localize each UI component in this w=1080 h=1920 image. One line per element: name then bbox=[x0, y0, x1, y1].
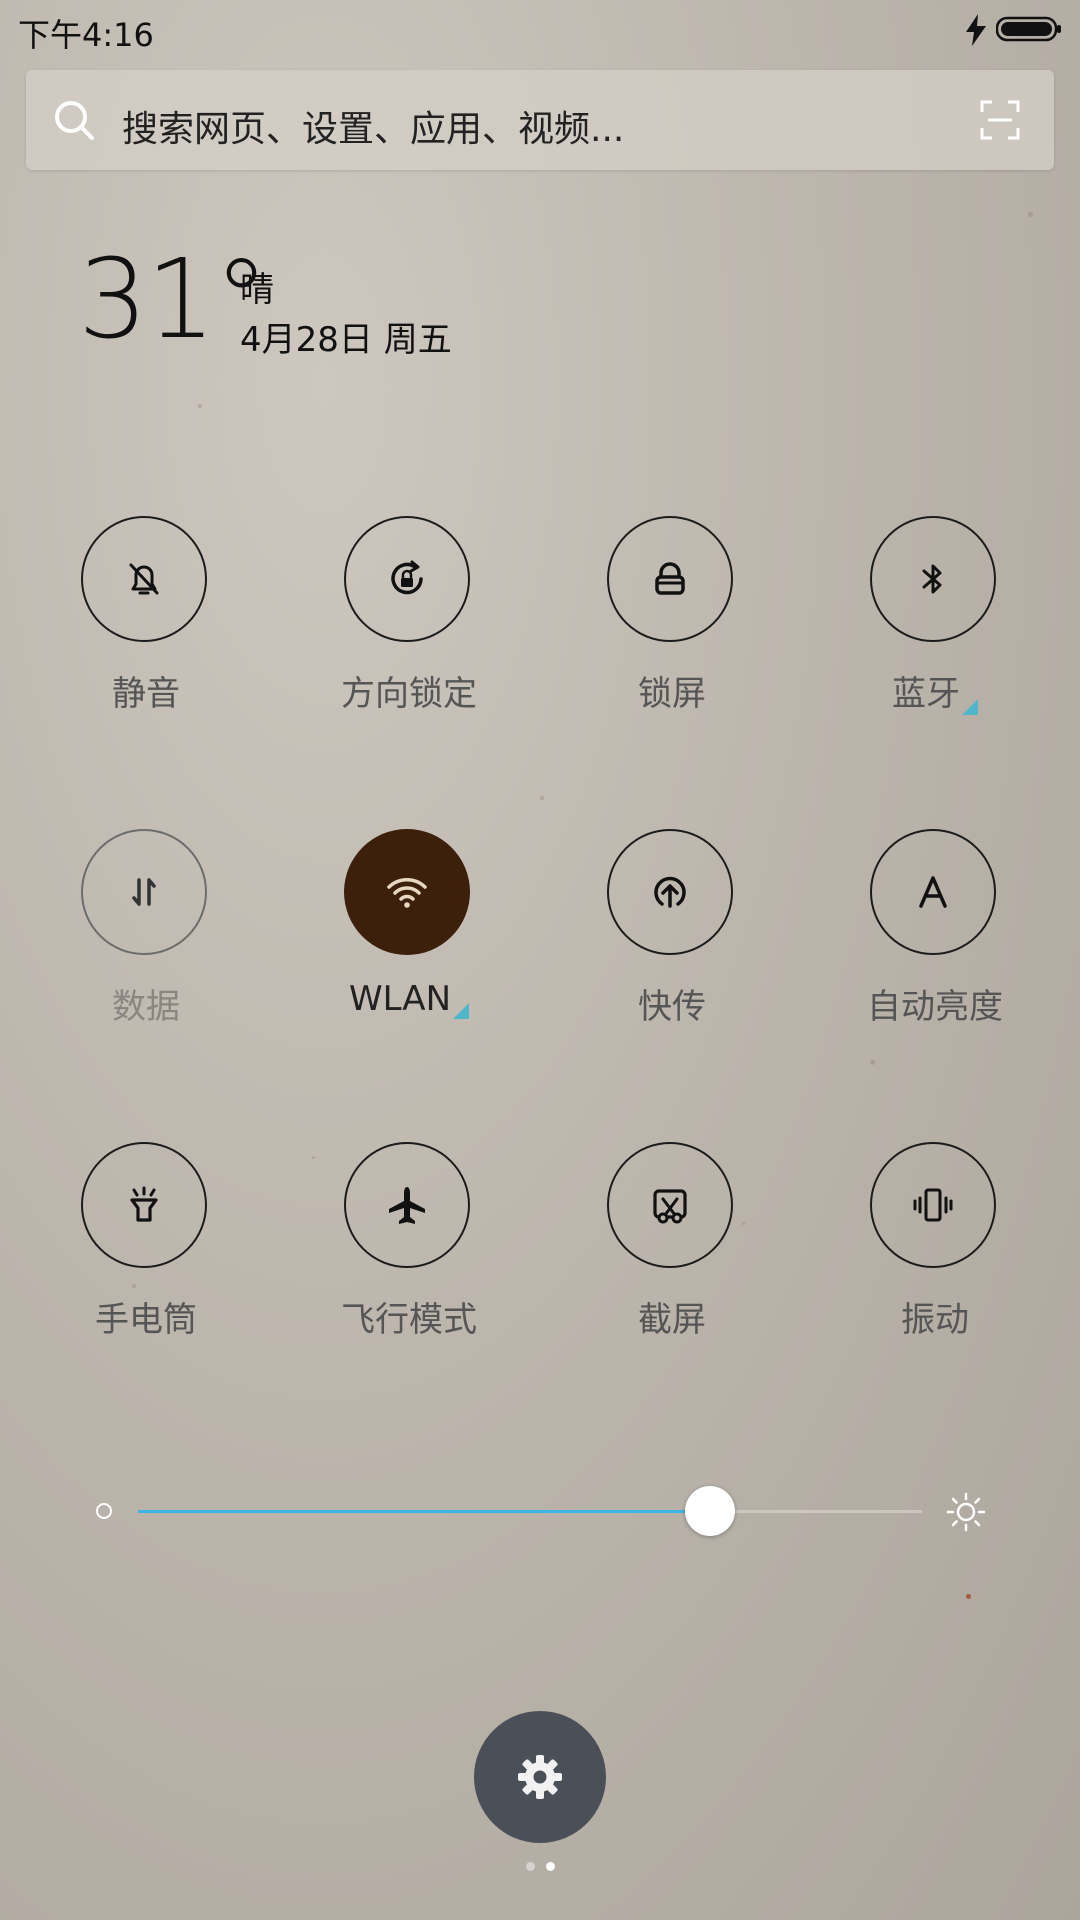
status-bar: 下午4:16 bbox=[0, 0, 1080, 62]
search-bar[interactable]: 搜索网页、设置、应用、视频... bbox=[26, 70, 1054, 170]
brightness-track[interactable] bbox=[138, 1510, 922, 1513]
toggle-flashlight[interactable]: 手电筒 bbox=[51, 1142, 241, 1342]
toggle-label: 蓝牙 bbox=[892, 674, 960, 714]
toggle-rotation-lock-button[interactable] bbox=[344, 516, 470, 642]
toggle-auto-brightness[interactable]: 自动亮度 bbox=[840, 829, 1030, 1029]
toggle-auto-brightness-button[interactable] bbox=[870, 829, 996, 955]
toggle-label: 静音 bbox=[112, 674, 180, 714]
toggle-label: 手电筒 bbox=[95, 1300, 197, 1340]
toggle-label: 方向锁定 bbox=[341, 674, 477, 714]
more-options-marker bbox=[453, 1003, 470, 1019]
airplane-icon bbox=[389, 1187, 425, 1224]
toggle-silent[interactable]: 静音 bbox=[51, 516, 241, 716]
toggle-airplane-mode[interactable]: 飞行模式 bbox=[314, 1142, 504, 1342]
flashlight-icon bbox=[130, 1186, 158, 1222]
gear-icon bbox=[518, 1755, 562, 1799]
share-upload-icon bbox=[654, 876, 686, 908]
more-options-marker bbox=[962, 699, 978, 715]
brightness-high-icon bbox=[946, 1492, 986, 1532]
auto-brightness-icon bbox=[919, 876, 947, 908]
page-dot bbox=[546, 1862, 555, 1871]
bell-off-icon bbox=[129, 563, 159, 595]
wifi-icon bbox=[387, 878, 427, 908]
temperature: 31° bbox=[78, 235, 269, 363]
toggle-bluetooth[interactable]: 蓝牙 bbox=[840, 516, 1030, 716]
page-dot bbox=[526, 1862, 535, 1871]
toggle-silent-button[interactable] bbox=[81, 516, 207, 642]
lock-icon bbox=[655, 562, 685, 595]
data-arrows-icon bbox=[132, 878, 156, 906]
settings-button[interactable] bbox=[474, 1711, 606, 1843]
toggle-screenshot[interactable]: 截屏 bbox=[577, 1142, 767, 1342]
toggle-wlan[interactable]: WLAN bbox=[314, 829, 504, 1029]
brightness-thumb[interactable] bbox=[685, 1486, 735, 1536]
weather-condition: 晴 bbox=[240, 270, 274, 310]
toggle-rotation-lock[interactable]: 方向锁定 bbox=[314, 516, 504, 716]
weather-date: 4月28日 周五 bbox=[240, 320, 452, 360]
toggle-label: WLAN bbox=[348, 979, 452, 1019]
toggle-vibrate-button[interactable] bbox=[870, 1142, 996, 1268]
toggle-mobile-data[interactable]: 数据 bbox=[51, 829, 241, 1029]
toggle-vibrate[interactable]: 振动 bbox=[840, 1142, 1030, 1342]
toggle-label: 振动 bbox=[901, 1300, 969, 1340]
toggle-mobile-data-button[interactable] bbox=[81, 829, 207, 955]
toggle-label: 截屏 bbox=[638, 1300, 706, 1340]
search-input[interactable]: 搜索网页、设置、应用、视频... bbox=[122, 100, 624, 152]
toggle-lock-screen-button[interactable] bbox=[607, 516, 733, 642]
toggle-label: 自动亮度 bbox=[867, 987, 1003, 1027]
bolt-icon bbox=[966, 14, 986, 46]
toggle-screenshot-button[interactable] bbox=[607, 1142, 733, 1268]
toggle-bluetooth-button[interactable] bbox=[870, 516, 996, 642]
toggle-label: 飞行模式 bbox=[341, 1300, 477, 1340]
search-icon[interactable] bbox=[52, 98, 96, 142]
toggle-airplane-mode-button[interactable] bbox=[344, 1142, 470, 1268]
status-time: 下午4:16 bbox=[18, 16, 154, 54]
toggle-label: 数据 bbox=[112, 987, 180, 1027]
vibrate-icon bbox=[913, 1188, 953, 1222]
toggle-quick-share-button[interactable] bbox=[607, 829, 733, 955]
toggle-label: 快传 bbox=[638, 987, 706, 1027]
brightness-fill bbox=[138, 1510, 710, 1513]
toggle-flashlight-button[interactable] bbox=[81, 1142, 207, 1268]
toggle-wlan-button[interactable] bbox=[344, 829, 470, 955]
rotation-lock-icon bbox=[391, 560, 423, 595]
toggle-quick-share[interactable]: 快传 bbox=[577, 829, 767, 1029]
brightness-low-icon bbox=[96, 1503, 112, 1519]
bluetooth-icon bbox=[922, 564, 942, 594]
battery-icon bbox=[996, 16, 1061, 42]
scan-icon[interactable] bbox=[980, 100, 1020, 140]
screenshot-icon bbox=[653, 1189, 687, 1224]
toggle-label-with-more: 蓝牙 bbox=[840, 666, 1030, 715]
toggle-lock-screen[interactable]: 锁屏 bbox=[577, 516, 767, 716]
page-indicator bbox=[526, 1862, 556, 1874]
toggle-label: 锁屏 bbox=[638, 674, 706, 714]
toggle-label-with-more: WLAN bbox=[314, 979, 504, 1019]
